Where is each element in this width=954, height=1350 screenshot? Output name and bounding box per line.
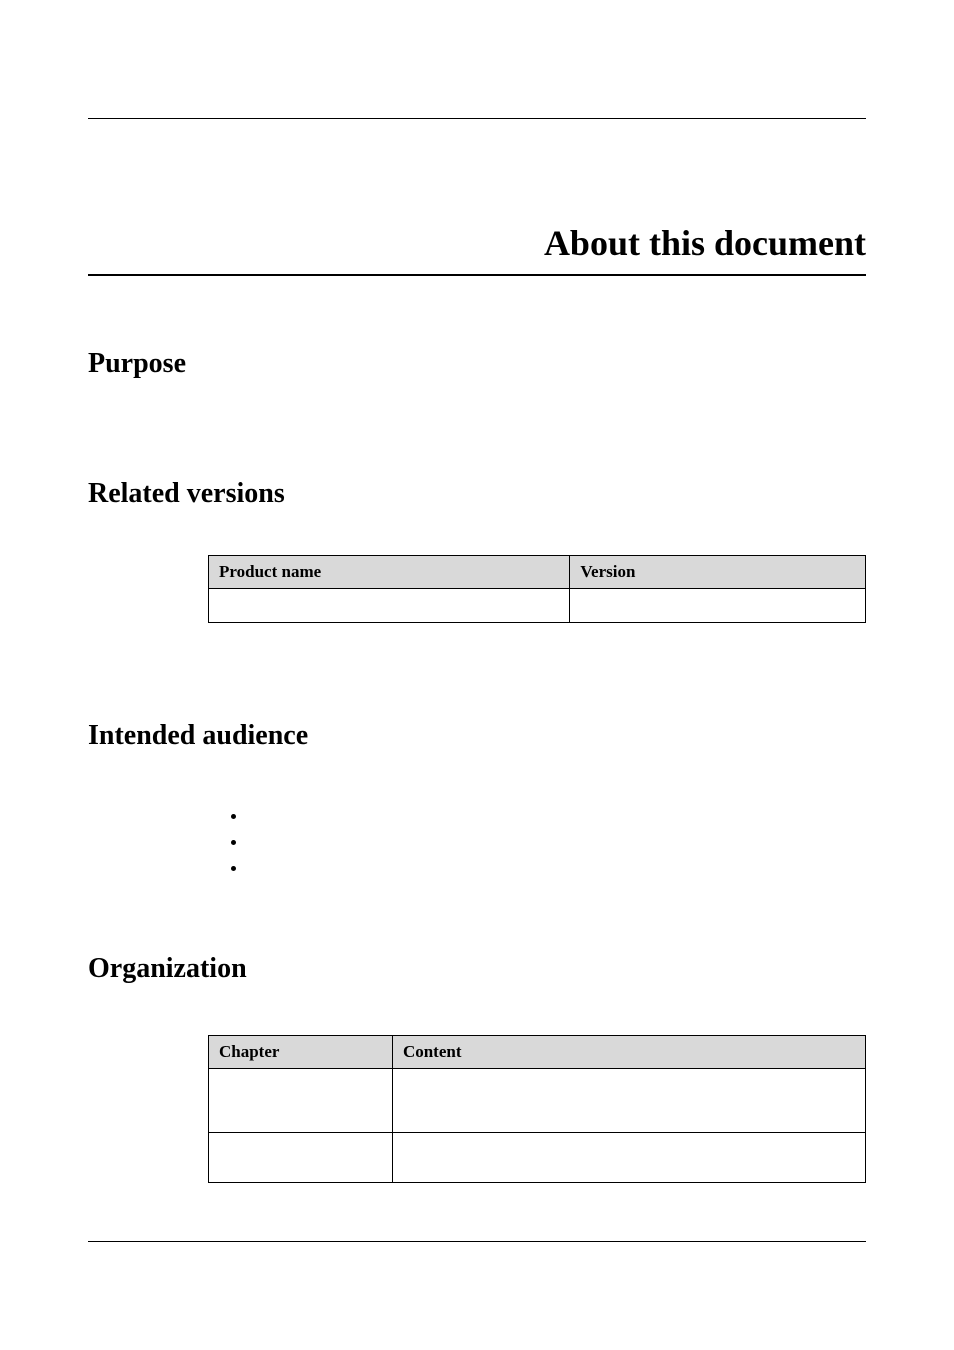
intended-audience-list — [208, 802, 866, 880]
col-content: Content — [392, 1036, 865, 1069]
col-product-name: Product name — [209, 556, 570, 589]
table-header-row: Product name Version — [209, 556, 866, 589]
document-title: About this document — [88, 222, 866, 264]
page: About this document Purpose Related vers… — [88, 0, 866, 1350]
related-versions-heading: Related versions — [88, 478, 866, 510]
section-intended-audience: Intended audience — [88, 720, 866, 752]
cell-version — [570, 589, 866, 623]
bottom-rule — [88, 1241, 866, 1242]
related-versions-table: Product name Version — [208, 555, 866, 623]
purpose-heading: Purpose — [88, 348, 866, 380]
cell-product-name — [209, 589, 570, 623]
list-item — [248, 854, 866, 880]
organization-heading: Organization — [88, 953, 866, 985]
list-item — [248, 828, 866, 854]
intended-audience-heading: Intended audience — [88, 720, 866, 752]
top-rule — [88, 118, 866, 119]
table-row — [209, 1133, 866, 1183]
cell-content — [392, 1133, 865, 1183]
cell-chapter — [209, 1069, 393, 1133]
organization-table-wrap: Chapter Content — [208, 1035, 866, 1183]
table-row — [209, 1069, 866, 1133]
organization-table: Chapter Content — [208, 1035, 866, 1183]
table-header-row: Chapter Content — [209, 1036, 866, 1069]
list-item — [248, 802, 866, 828]
intended-audience-list-wrap — [208, 802, 866, 880]
related-versions-table-wrap: Product name Version — [208, 555, 866, 623]
section-organization: Organization — [88, 953, 866, 985]
section-purpose: Purpose — [88, 348, 866, 380]
title-block: About this document — [88, 222, 866, 276]
table-row — [209, 589, 866, 623]
col-version: Version — [570, 556, 866, 589]
cell-content — [392, 1069, 865, 1133]
col-chapter: Chapter — [209, 1036, 393, 1069]
cell-chapter — [209, 1133, 393, 1183]
section-related-versions: Related versions — [88, 478, 866, 510]
